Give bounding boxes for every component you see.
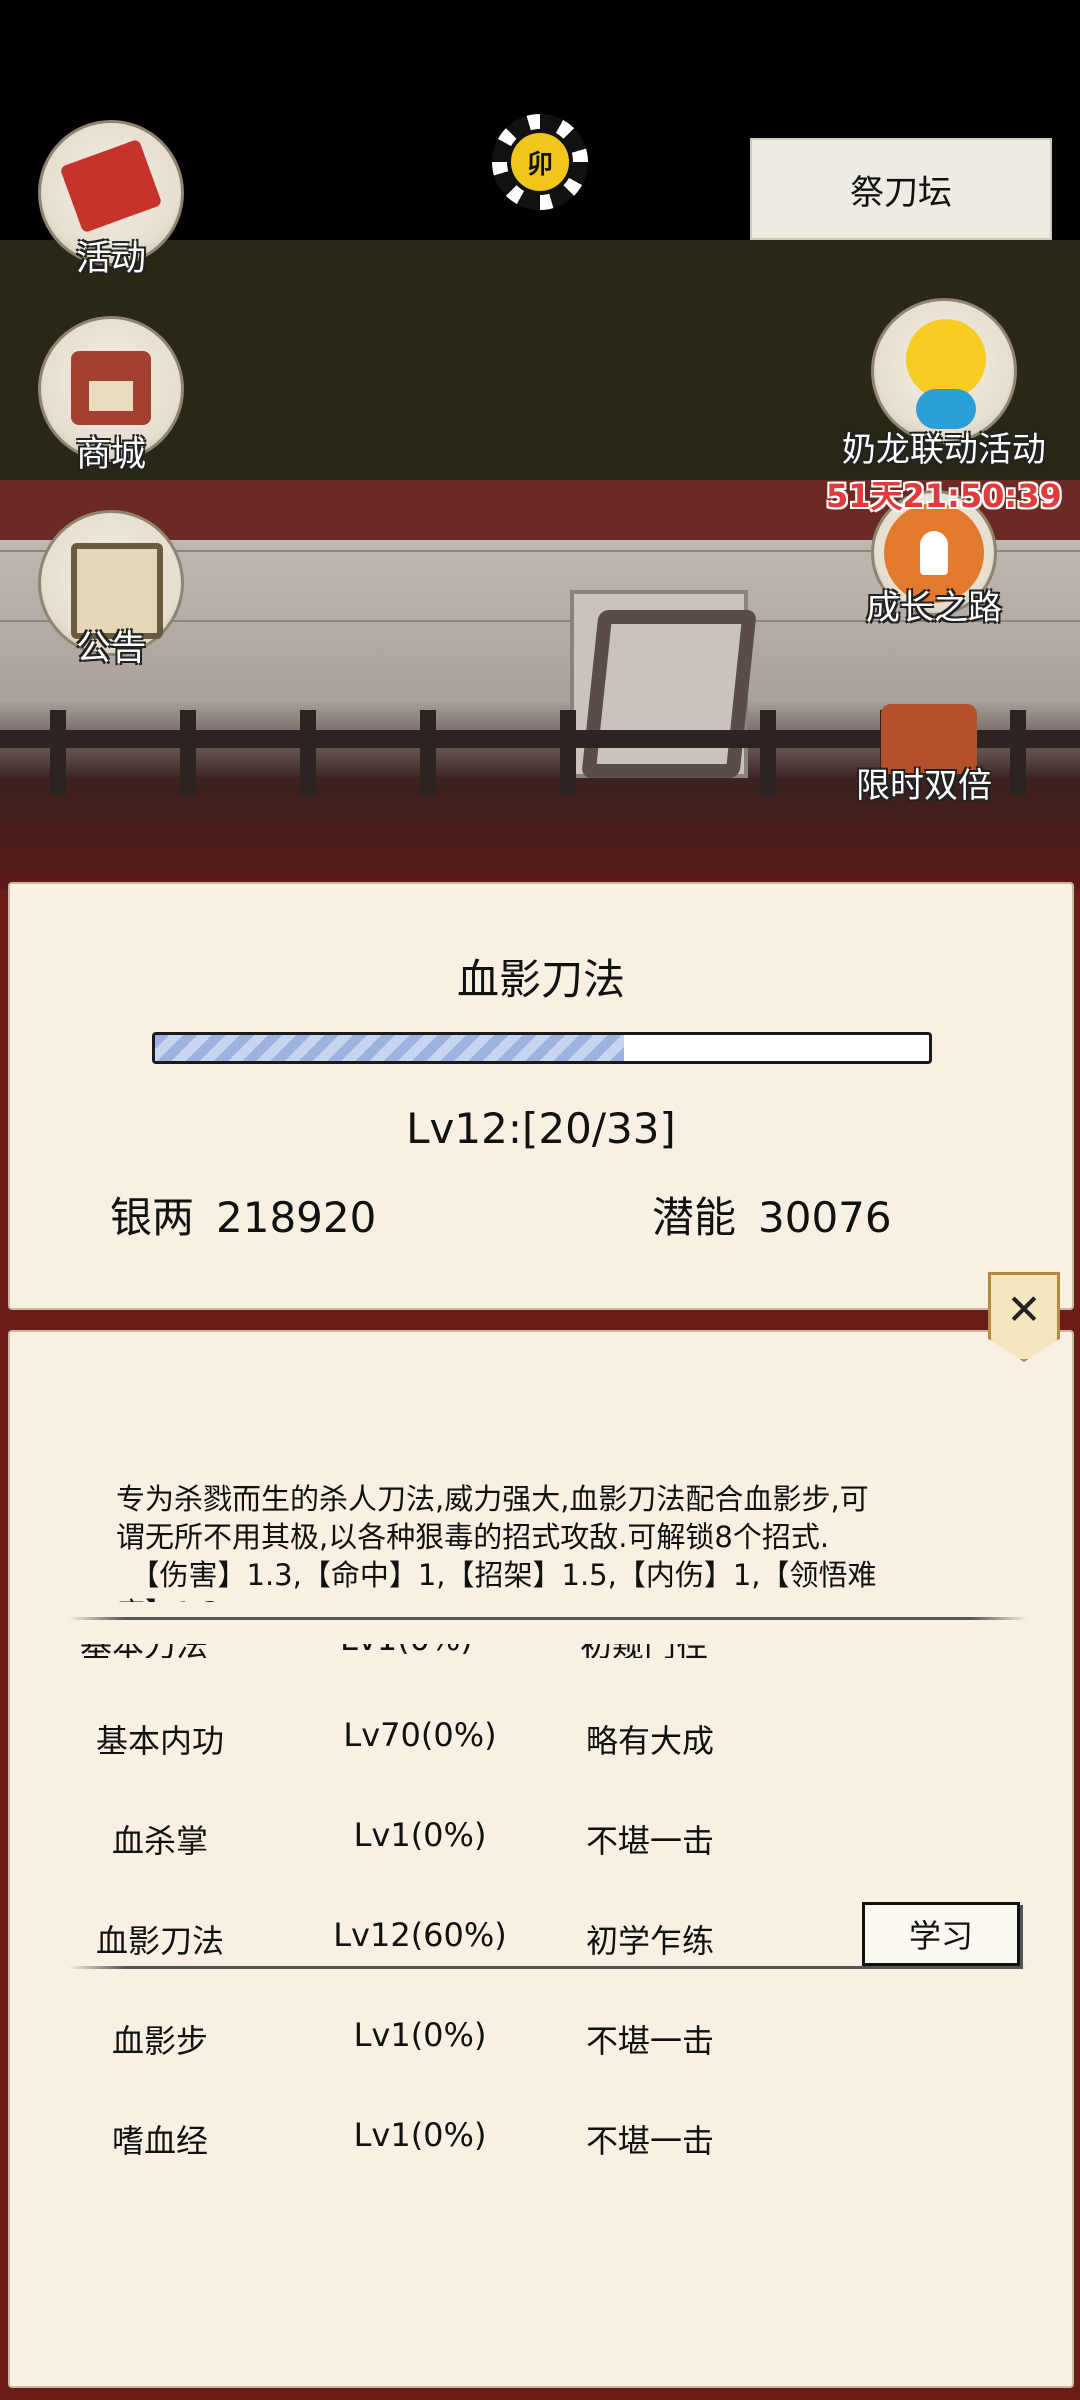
skill-rank: 初窥门径 <box>580 1644 708 1658</box>
shop-label: 商城 <box>75 435 146 475</box>
description-line: 度】1.3 <box>116 1594 996 1602</box>
railing-post <box>180 710 196 795</box>
railing-post <box>420 710 436 795</box>
skill-rank: 略有大成 <box>585 1722 714 1760</box>
railing-post <box>760 710 776 795</box>
altar-button[interactable]: 祭刀坛 <box>750 138 1052 240</box>
skill-name: 嗜血经 <box>111 2122 208 2160</box>
potential-label: 潜能 <box>652 1193 737 1242</box>
skill-row[interactable]: 血影步 Lv1(0%) 不堪一击 <box>10 2016 1072 2076</box>
description-line: 【伤害】1.3,【命中】1,【招架】1.5,【内伤】1,【领悟难 <box>116 1558 877 1592</box>
skill-level: Lv70(0%) <box>343 1716 497 1754</box>
growth-label: 成长之路 <box>866 588 1002 628</box>
blood-glyph-decoration <box>581 610 757 778</box>
skill-row[interactable]: 基本内功 Lv70(0%) 略有大成 <box>10 1716 1072 1776</box>
silver-display: 银两 218920 <box>110 1184 376 1245</box>
time-glyph: 卯 <box>507 129 573 195</box>
skill-level: Lv12(60%) <box>333 1916 507 1954</box>
skill-level-text: Lv12:[20/33] <box>406 1104 676 1153</box>
skill-progress-bar <box>152 1032 932 1064</box>
skill-name: 血影刀法 <box>95 1922 224 1960</box>
skill-row[interactable]: 血杀掌 Lv1(0%) 不堪一击 <box>10 1816 1072 1876</box>
description-line: 谓无所不用其极,以各种狠毒的招式攻敌.可解锁8个招式. <box>116 1520 830 1554</box>
skill-row-partial: 基本刀法 Lv1(0%) 初窥门径 <box>10 1644 1072 1658</box>
railing-post <box>1010 710 1026 795</box>
shop-button[interactable]: 商城 <box>38 316 184 477</box>
skill-level: Lv1(0%) <box>353 1816 487 1854</box>
skill-description: 专为杀戮而生的杀人刀法,威力强大,血影刀法配合血影步,可 谓无所不用其极,以各种… <box>116 1480 996 1602</box>
potential-display: 潜能 30076 <box>652 1184 892 1245</box>
double-label: 限时双倍 <box>856 766 992 806</box>
skill-name: 基本刀法 <box>80 1644 208 1658</box>
skill-rank: 不堪一击 <box>585 2022 714 2060</box>
skill-name: 血杀掌 <box>111 1822 208 1860</box>
skill-title: 血影刀法 <box>456 955 625 1004</box>
skill-level: Lv1(0%) <box>340 1644 473 1658</box>
divider <box>68 1617 1028 1620</box>
skill-name: 基本内功 <box>95 1722 224 1760</box>
skill-rank: 不堪一击 <box>585 2122 714 2160</box>
notice-button[interactable]: 公告 <box>38 510 184 671</box>
skill-level: Lv1(0%) <box>353 2016 487 2054</box>
skill-rank: 不堪一击 <box>585 1822 714 1860</box>
skill-info-panel: 血影刀法 Lv12:[20/33] 银两 218920 潜能 30076 <box>8 882 1074 1310</box>
skill-row[interactable]: 嗜血经 Lv1(0%) 不堪一击 <box>10 2116 1072 2176</box>
railing-post <box>300 710 316 795</box>
railing-post <box>560 710 576 795</box>
notice-label: 公告 <box>75 629 146 669</box>
double-reward-button[interactable]: 限时双倍 <box>856 664 992 807</box>
selected-row-divider <box>68 1966 1028 1969</box>
silver-label: 银两 <box>110 1193 195 1242</box>
time-of-day-icon[interactable]: 卯 <box>492 114 588 210</box>
event-timer: 51天21:50:39 <box>826 477 1062 515</box>
skill-progress-fill <box>155 1035 625 1061</box>
skill-name: 血影步 <box>111 2022 208 2060</box>
activity-button[interactable]: 活动 <box>38 120 184 281</box>
potential-value: 30076 <box>758 1193 892 1242</box>
learn-button[interactable]: 学习 <box>862 1902 1020 1966</box>
skill-level: Lv1(0%) <box>353 2116 487 2154</box>
event-label: 奶龙联动活动 <box>841 430 1046 470</box>
activity-label: 活动 <box>75 239 146 279</box>
skill-list-panel: 专为杀戮而生的杀人刀法,威力强大,血影刀法配合血影步,可 谓无所不用其极,以各种… <box>8 1330 1074 2388</box>
list-bottom-area <box>10 2222 1072 2386</box>
description-line: 专为杀戮而生的杀人刀法,威力强大,血影刀法配合血影步,可 <box>116 1482 869 1516</box>
event-button[interactable]: 奶龙联动活动 51天21:50:39 <box>826 298 1062 517</box>
skill-rank: 初学乍练 <box>585 1922 714 1960</box>
silver-value: 218920 <box>216 1193 377 1242</box>
railing-post <box>50 710 66 795</box>
